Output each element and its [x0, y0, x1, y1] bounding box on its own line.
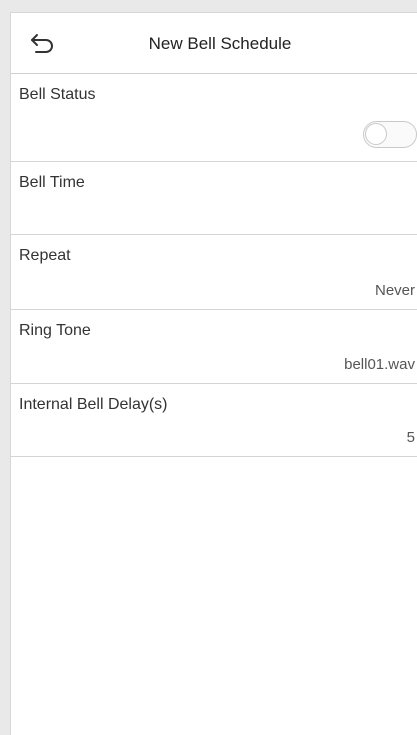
setting-row-ring-tone[interactable]: Ring Tone bell01.wav: [11, 310, 417, 384]
bell-status-toggle[interactable]: [363, 121, 417, 148]
repeat-label: Repeat: [19, 247, 71, 264]
setting-row-internal-bell-delay[interactable]: Internal Bell Delay(s) 5: [11, 384, 417, 457]
bell-status-label: Bell Status: [19, 86, 96, 103]
repeat-value: Never: [374, 282, 415, 299]
setting-row-bell-status[interactable]: Bell Status: [11, 74, 417, 162]
ring-tone-label: Ring Tone: [19, 322, 91, 339]
internal-bell-delay-label: Internal Bell Delay(s): [19, 396, 168, 413]
ring-tone-value: bell01.wav: [344, 356, 415, 373]
setting-row-repeat[interactable]: Repeat Never: [11, 235, 417, 310]
toggle-knob: [365, 123, 387, 145]
page-title: New Bell Schedule: [148, 34, 292, 53]
setting-row-bell-time[interactable]: Bell Time: [11, 162, 417, 235]
screen: New Bell Schedule Bell Status Bell Time …: [10, 12, 417, 735]
title-bar: New Bell Schedule: [11, 13, 417, 74]
internal-bell-delay-value: 5: [406, 429, 415, 446]
bell-time-label: Bell Time: [19, 174, 85, 191]
